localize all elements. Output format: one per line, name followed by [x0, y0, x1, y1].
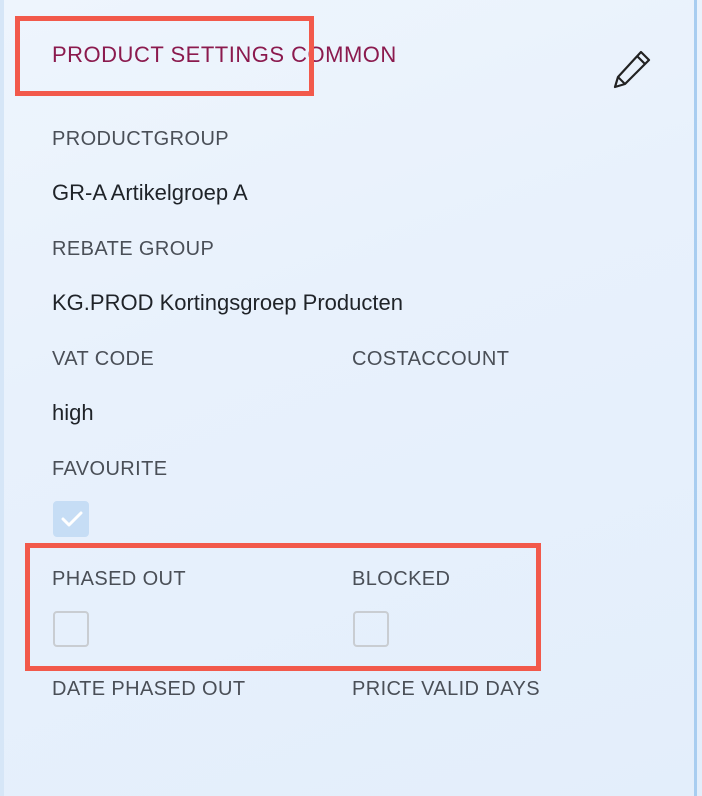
checkmark-icon	[61, 511, 83, 527]
rebate-group-value: KG.PROD Kortingsgroep Producten	[52, 290, 403, 315]
vat-code-label: VAT CODE	[52, 348, 155, 370]
productgroup-label: PRODUCTGROUP	[52, 128, 230, 150]
productgroup-value: GR-A Artikelgroep A	[52, 180, 248, 205]
favourite-label: FAVOURITE	[52, 458, 168, 480]
product-settings-panel: PRODUCT SETTINGS COMMON PRODUCTGROUP GR-…	[0, 0, 697, 796]
panel-edge	[0, 0, 4, 796]
vat-code-value: high	[52, 400, 94, 425]
checkbox-highlight-box	[25, 543, 541, 671]
title-highlight-box	[15, 16, 314, 96]
date-phased-out-label: DATE PHASED OUT	[52, 678, 246, 700]
rebate-group-label: REBATE GROUP	[52, 238, 215, 260]
price-valid-days-label: PRICE VALID DAYS	[352, 678, 540, 700]
favourite-checkbox[interactable]	[53, 501, 89, 537]
pencil-icon[interactable]	[612, 48, 654, 90]
costaccount-label: COSTACCOUNT	[352, 348, 510, 370]
